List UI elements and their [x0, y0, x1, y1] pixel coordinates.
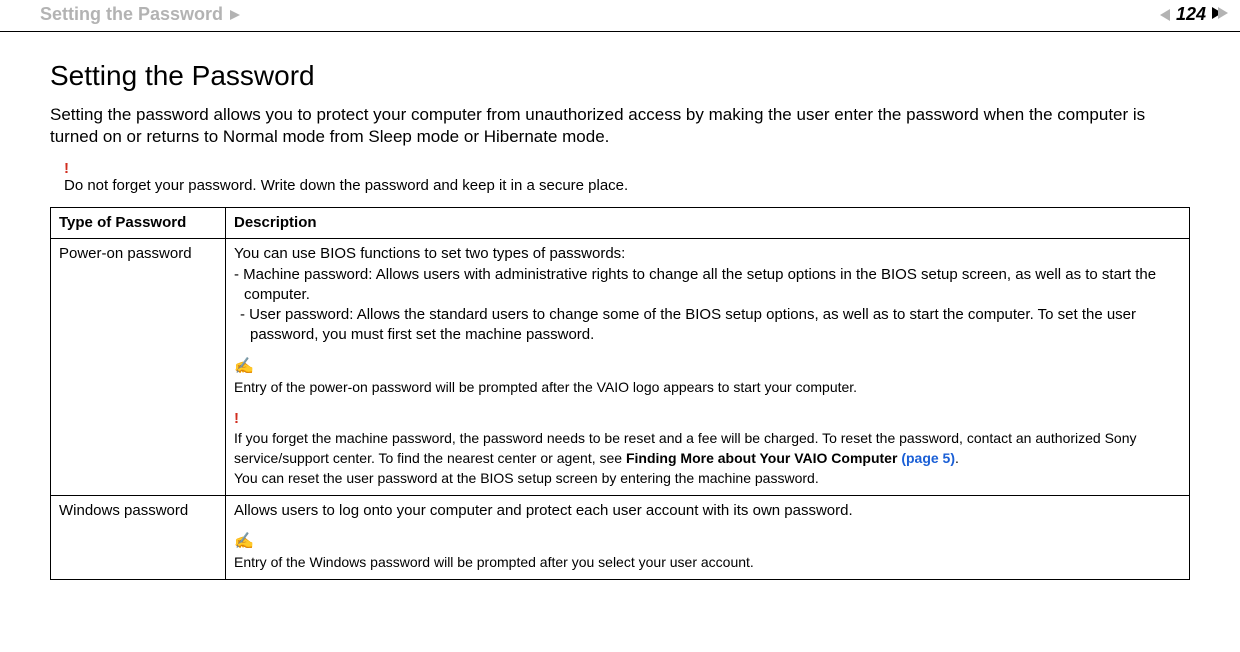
page-nav: 124 — [1160, 4, 1228, 25]
poweron-bullet-2: - User password: Allows the standard use… — [234, 305, 1181, 346]
windows-type-cell: Windows password — [51, 495, 226, 579]
intro-paragraph: Setting the password allows you to prote… — [50, 104, 1190, 148]
warning-callout: ! Do not forget your password. Write dow… — [64, 160, 1190, 195]
poweron-note: Entry of the power-on password will be p… — [234, 379, 857, 395]
breadcrumb[interactable]: Setting the Password — [40, 4, 223, 25]
poweron-type-cell: Power-on password — [51, 239, 226, 495]
next-page-icon[interactable] — [1212, 6, 1228, 24]
page-5-link[interactable]: (page 5) — [901, 450, 955, 466]
prev-page-icon[interactable] — [1160, 9, 1170, 21]
page-title: Setting the Password — [50, 60, 1190, 92]
password-table: Type of Password Description Power-on pa… — [50, 207, 1190, 579]
poweron-bullet-1: - Machine password: Allows users with ad… — [234, 265, 1181, 306]
note-icon: ✍ — [234, 531, 1181, 553]
windows-desc: Allows users to log onto your computer a… — [234, 502, 853, 519]
windows-note: Entry of the Windows password will be pr… — [234, 554, 754, 570]
poweron-warning-line2: You can reset the user password at the B… — [234, 470, 819, 486]
page-content: Setting the Password Setting the passwor… — [0, 32, 1240, 590]
col-type-header: Type of Password — [51, 208, 226, 239]
note-icon: ✍ — [234, 356, 1181, 378]
page-header: Setting the Password 124 — [0, 0, 1240, 32]
page-number: 124 — [1176, 4, 1206, 25]
poweron-warn-bold: Finding More about Your VAIO Computer — [626, 450, 901, 466]
warning-text: Do not forget your password. Write down … — [64, 177, 628, 194]
table-header-row: Type of Password Description — [51, 208, 1190, 239]
poweron-warning-line1: If you forget the machine password, the … — [234, 430, 1137, 466]
poweron-intro: You can use BIOS functions to set two ty… — [234, 245, 625, 262]
poweron-warn-suffix: . — [955, 450, 959, 466]
col-desc-header: Description — [226, 208, 1190, 239]
table-row: Windows password Allows users to log ont… — [51, 495, 1190, 579]
poweron-desc-cell: You can use BIOS functions to set two ty… — [226, 239, 1190, 495]
warning-icon: ! — [64, 160, 1190, 177]
table-row: Power-on password You can use BIOS funct… — [51, 239, 1190, 495]
windows-desc-cell: Allows users to log onto your computer a… — [226, 495, 1190, 579]
warning-icon: ! — [234, 409, 1181, 429]
